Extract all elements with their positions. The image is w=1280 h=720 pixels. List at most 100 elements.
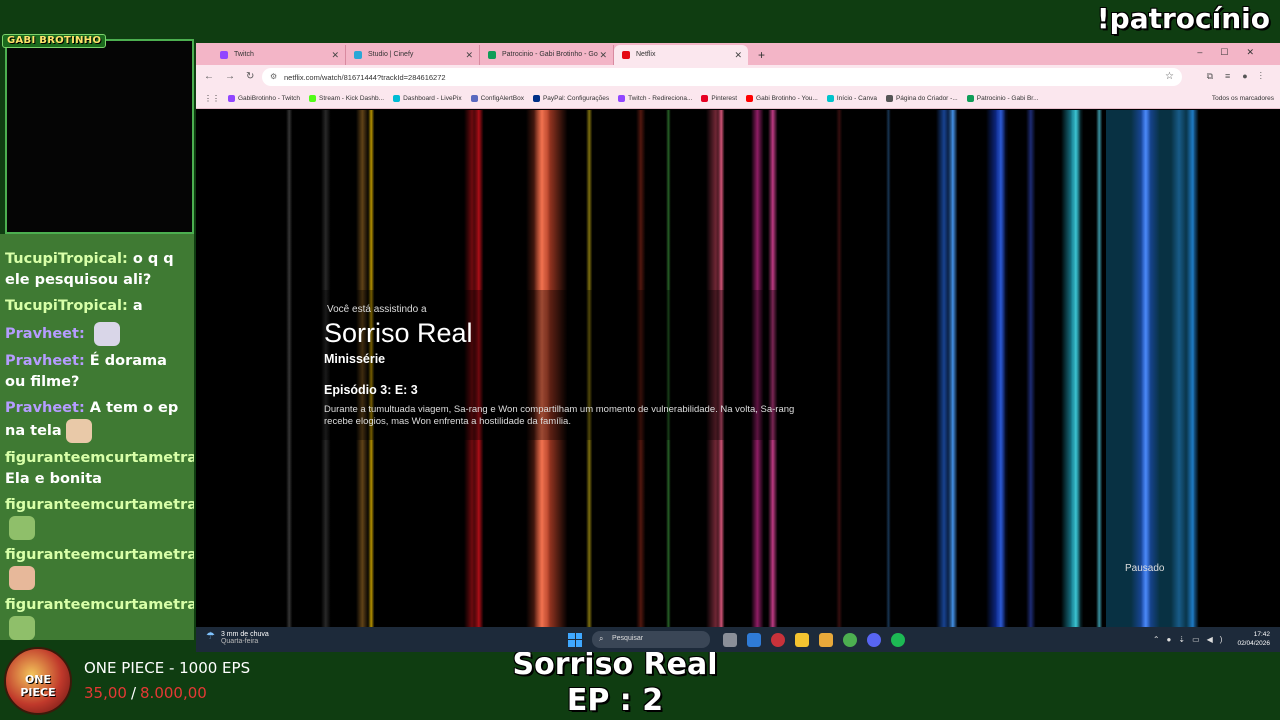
extension-icons[interactable]: ⧉≡●⋮ [1207,71,1274,82]
chat-username[interactable]: TucupiTropical [5,298,122,314]
chat-colon: : [78,353,90,369]
store-icon[interactable] [747,632,761,647]
bookmark-label: PayPal: Configurações [542,95,610,102]
system-tray: ⌃●⇣▭◀) 17:42 02/04/2026 [1153,630,1270,648]
cat-emote [93,322,120,346]
bookmark-label: Twitch - Redireciona... [628,95,693,102]
background-stripe [1171,110,1187,627]
chat-text: Ela e bonita [5,471,102,487]
sponsor-command-text: !patrocínio [1096,2,1270,35]
bookmark-label: ConfigAlertBox [480,95,524,102]
rain-icon: ☂ [206,631,215,642]
tab-label: Studio | Cinefy [368,51,414,58]
browser-tab[interactable]: Twitch ✕ [212,45,346,65]
chat-username[interactable]: Pravheet [5,400,79,416]
bookmark-label: Gabi Brotinho - You... [756,95,818,102]
bookmark-item[interactable]: Pinterest [701,95,737,102]
bookmark-favicon-icon [228,95,235,102]
weather-widget[interactable]: ☂ 3 mm de chuva Quarta-feira [206,631,269,645]
chrome-icon[interactable] [843,632,857,647]
bookmark-item[interactable]: Twitch - Redireciona... [618,95,692,102]
tab-favicon-icon [488,51,496,59]
bookmark-item[interactable]: Stream - Kick Dashb... [309,95,384,102]
bookmark-label: Página do Criador -... [895,95,958,102]
sticky-notes-icon[interactable] [795,632,809,647]
bookmark-label: Pinterest [711,95,738,102]
chat-message: TucupiTropical: o q q ele pesquisou ali? [5,249,190,291]
background-stripe [1026,110,1036,627]
background-stripe [886,110,891,627]
background-stripe [996,110,1006,627]
chat-username[interactable]: figuranteemcurtametrage [5,547,194,563]
site-info-icon[interactable]: ⚙ [270,72,277,81]
url-field[interactable]: ⚙ netflix.com/watch/81671444?trackId=284… [262,68,1182,86]
spotify-icon[interactable] [891,632,905,647]
app-icon[interactable] [771,632,785,647]
bookmark-favicon-icon [746,95,754,102]
watching-label: Você está assistindo a [327,304,427,315]
bookmark-item[interactable]: Gabi Brotinho - You... [746,95,818,102]
chat-message: TucupiTropical: a [5,296,190,317]
chat-username[interactable]: figuranteemcurtametrage [5,450,194,466]
chat-message: Pravheet: [5,322,190,346]
bookmark-item[interactable]: GabiBrotinho - Twitch [228,95,300,102]
bookmark-favicon-icon [309,95,317,102]
girl-emote [9,516,35,540]
tab-favicon-icon [622,51,630,59]
browser-tab[interactable]: Netflix ✕ [614,45,748,65]
tab-favicon-icon [354,51,362,59]
bookmark-item[interactable]: Dashboard - LivePix [393,95,462,102]
video-player[interactable]: Você está assistindo a Sorriso Real Mini… [196,110,1280,627]
chat-username[interactable]: figuranteemcurtametrage [5,497,194,513]
tray-icons[interactable]: ⌃●⇣▭◀) [1153,635,1230,644]
chat-username[interactable]: figuranteemcurtametrage [5,597,194,613]
start-button[interactable] [568,632,582,647]
bookmark-favicon-icon [470,95,478,102]
bookmark-star-icon[interactable]: ☆ [1165,71,1174,82]
episode-label: Episódio 3: E: 3 [324,383,418,397]
bookmark-favicon-icon [618,95,626,102]
bookmark-item[interactable]: Início - Canva [826,95,877,102]
chat-username[interactable]: TucupiTropical [5,251,122,267]
goal-title: ONE PIECE - 1000 EPS [84,659,251,677]
task-view-icon[interactable] [723,632,737,647]
bookmark-item[interactable]: Página do Criador -... [885,95,958,102]
window-controls[interactable]: –☐✕ [1197,47,1272,58]
bookmark-item[interactable]: ConfigAlertBox [470,95,524,102]
browser-tab[interactable]: Studio | Cinefy ✕ [346,45,480,65]
search-placeholder: Pesquisar [612,635,644,642]
all-bookmarks-folder[interactable]: Todos os marcadores [1212,95,1274,102]
bookmark-favicon-icon [532,95,540,102]
weather-day: Quarta-feira [220,638,259,645]
windows-taskbar: ☂ 3 mm de chuva Quarta-feira ⌕ Pesquisar… [196,627,1280,652]
browser-tab[interactable]: Patrocinio - Gabi Brotinho - Go ✕ [480,45,614,65]
tab-label: Twitch [234,51,254,58]
bookmark-label: Patrocinio - Gabi Br... [976,95,1039,102]
discord-icon[interactable] [867,632,881,647]
apps-grid-icon[interactable]: ⋮⋮ [204,94,220,103]
close-tab-icon[interactable]: ✕ [331,50,339,61]
chat-message: figuranteemcurtametrage: [5,595,194,640]
chat-username[interactable]: Pravheet [5,353,79,369]
background-stripe [948,110,958,627]
chat-message: Pravheet: É dorama ou filme? [5,351,190,393]
bookmarks-bar: ⋮⋮ GabiBrotinho - Twitch Stream - Kick Da… [196,89,1280,109]
close-tab-icon[interactable]: ✕ [599,50,607,61]
tab-label: Netflix [636,51,656,58]
video-info-panel: Você está assistindo a Sorriso Real Mini… [324,304,814,428]
nav-buttons[interactable]: ←→↻ [204,71,265,82]
close-tab-icon[interactable]: ✕ [734,50,742,61]
chat-username[interactable]: Pravheet [5,326,79,342]
webcam-frame [5,39,194,234]
bookmark-label: Início - Canva [836,95,877,102]
bookmark-item[interactable]: Patrocinio - Gabi Br... [966,95,1039,102]
bookmark-label: Stream - Kick Dashb... [319,95,385,102]
chat-message: figuranteemcurtametrage: Ela e bonita [5,448,194,490]
close-tab-icon[interactable]: ✕ [465,50,473,61]
chat-message: figuranteemcurtametrage: [5,495,194,540]
clock[interactable]: 17:42 02/04/2026 [1237,630,1270,648]
taskbar-search[interactable]: ⌕ Pesquisar [592,631,710,648]
new-tab-button[interactable]: + [748,48,765,65]
file-explorer-icon[interactable] [819,632,833,647]
bookmark-item[interactable]: PayPal: Configurações [532,95,610,102]
